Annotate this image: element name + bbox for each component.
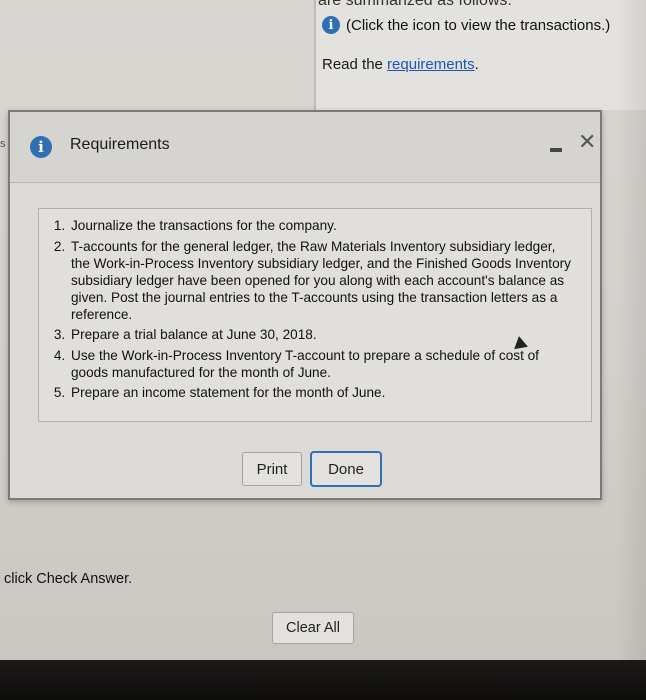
requirement-item: Journalize the transactions for the comp… (69, 217, 577, 234)
check-answer-instruction: click Check Answer. (4, 571, 133, 587)
read-suffix: . (474, 56, 479, 73)
info-icon: i (30, 136, 52, 158)
clear-all-button[interactable]: Clear All (272, 612, 354, 644)
read-prefix: Read the (322, 56, 388, 73)
monitor-bezel (0, 660, 646, 700)
print-button[interactable]: Print (242, 452, 302, 486)
dialog-header: i Requirements ✕ (10, 112, 600, 183)
requirement-item: Prepare an income statement for the mont… (69, 384, 577, 401)
transactions-info-text: (Click the icon to view the transactions… (346, 16, 611, 34)
info-icon[interactable]: i (322, 16, 340, 34)
minimize-icon[interactable] (550, 148, 562, 152)
read-requirements-line: Read the requirements. (322, 56, 479, 73)
requirements-box: Journalize the transactions for the comp… (38, 208, 592, 422)
requirement-item: Use the Work-in-Process Inventory T-acco… (69, 347, 577, 381)
requirement-item: T-accounts for the general ledger, the R… (69, 238, 577, 323)
edge-shadow (616, 0, 646, 660)
close-icon[interactable]: ✕ (578, 132, 596, 154)
requirements-list: Journalize the transactions for the comp… (39, 209, 591, 401)
requirements-dialog: i Requirements ✕ Journalize the transact… (8, 110, 602, 500)
transactions-heading: are summarized as follows: (318, 0, 512, 9)
background-edge-text: s (0, 138, 6, 150)
requirement-item: Prepare a trial balance at June 30, 2018… (69, 326, 577, 343)
dialog-title: Requirements (70, 136, 170, 153)
panel-divider (314, 0, 316, 110)
mouse-cursor-icon (512, 334, 528, 350)
done-button[interactable]: Done (310, 451, 382, 487)
transactions-info-line: i (Click the icon to view the transactio… (322, 16, 610, 34)
requirements-link[interactable]: requirements (387, 56, 475, 73)
